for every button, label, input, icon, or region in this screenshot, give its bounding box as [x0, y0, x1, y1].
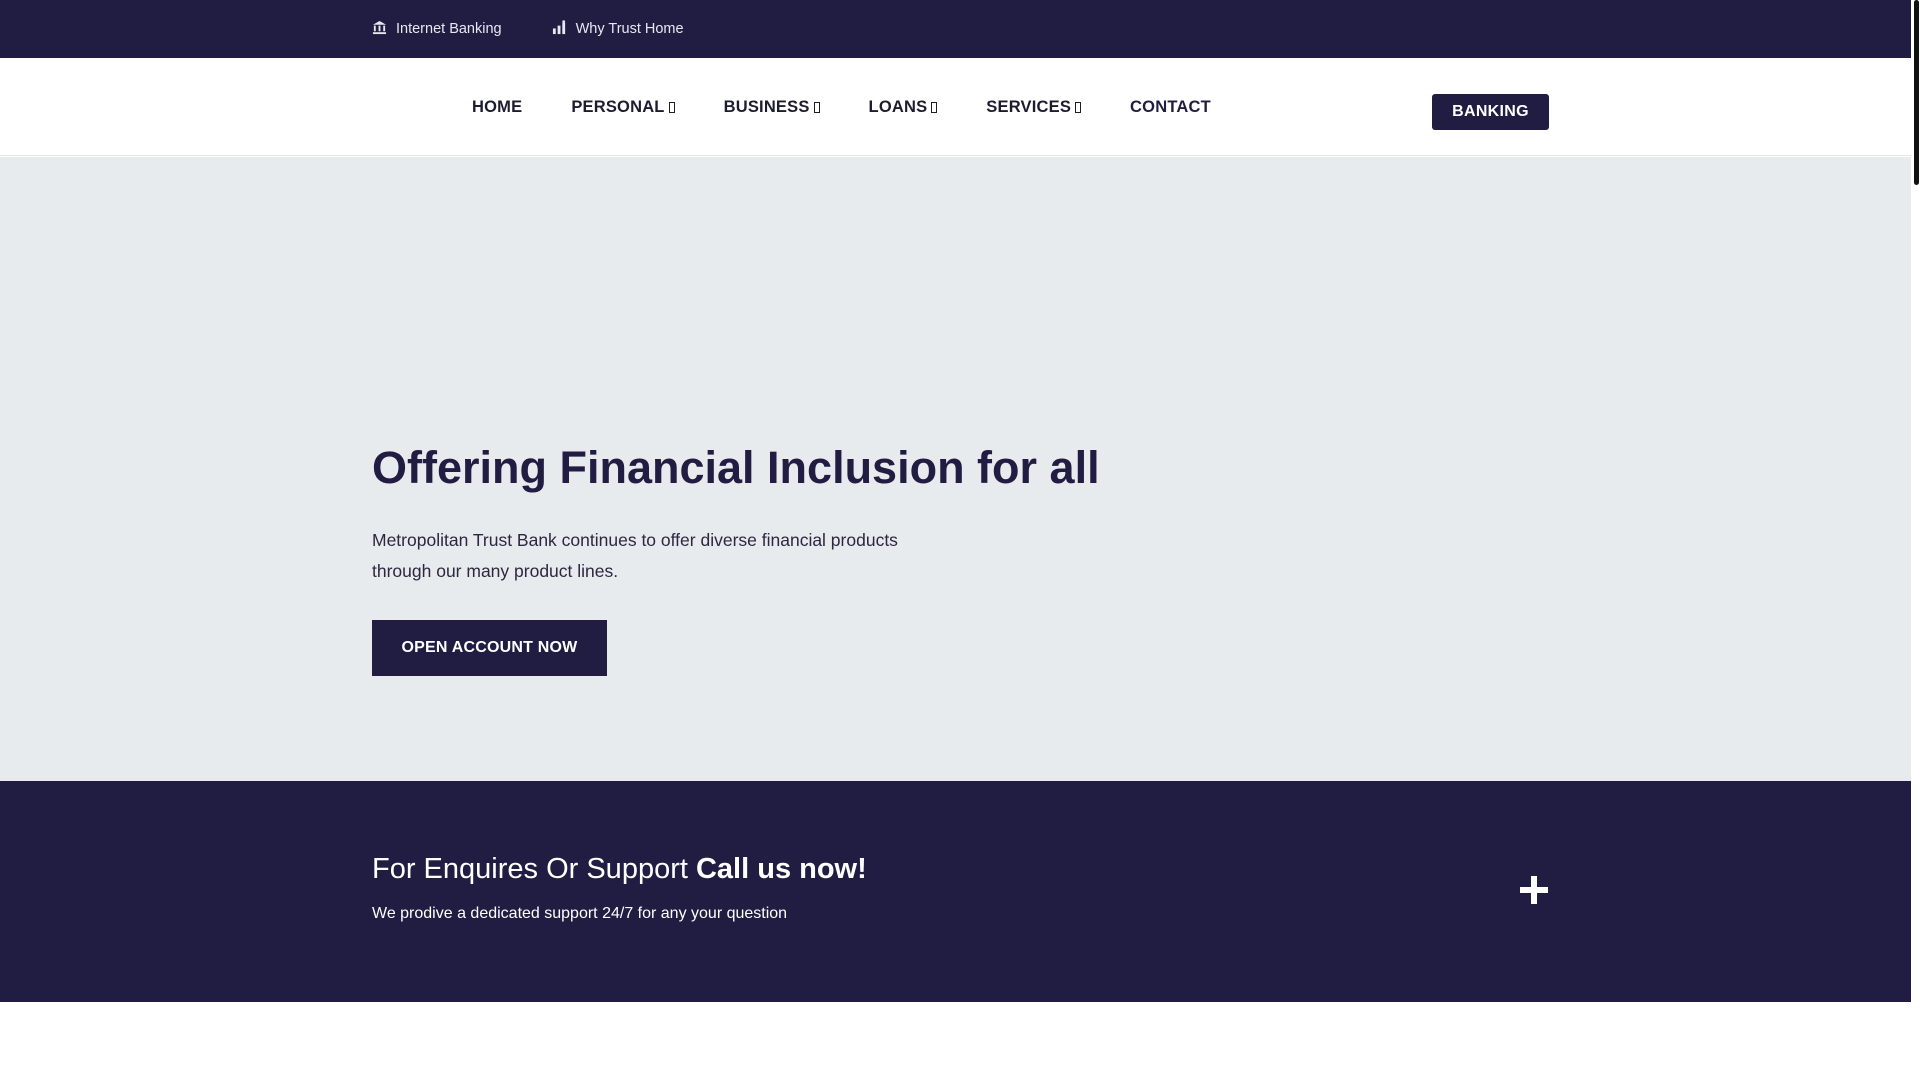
nav-business[interactable]: BUSINESS — [724, 98, 820, 117]
nav-contact[interactable]: CONTACT — [1130, 98, 1211, 117]
bank-icon — [372, 20, 387, 39]
nav-services-label: SERVICES — [986, 97, 1072, 116]
support-title: For Enquires Or Support Call us now! — [372, 853, 867, 886]
nav-personal[interactable]: PERSONAL — [571, 97, 675, 117]
internet-banking-link[interactable]: Internet Banking — [372, 20, 502, 39]
nav-home-label: HOME — [472, 97, 523, 116]
support-title-normal: For Enquires Or Support — [372, 853, 696, 885]
open-account-button[interactable]: OPEN ACCOUNT NOW — [372, 620, 607, 676]
chart-icon — [552, 19, 567, 39]
support-title-bold: Call us now! — [695, 853, 867, 885]
dropdown-icon — [1075, 101, 1082, 113]
top-bar: Internet Banking Why Trust Home — [0, 0, 1920, 58]
nav-personal-label: PERSONAL — [571, 97, 665, 116]
internet-banking-label: Internet Banking — [396, 21, 502, 37]
nav-home[interactable]: HOME — [472, 98, 522, 117]
dropdown-icon — [931, 101, 938, 113]
main-navbar: HOME PERSONAL BUSINESS LOANS SERVICES CO… — [0, 58, 1920, 156]
top-links: Internet Banking Why Trust Home — [372, 0, 684, 58]
hero-section: Offering Financial Inclusion for all Met… — [0, 157, 1920, 781]
nav-loans-label: LOANS — [868, 97, 928, 116]
support-section: For Enquires Or Support Call us now! We … — [0, 781, 1920, 1002]
scrollbar-thumb[interactable] — [1914, 0, 1919, 185]
plus-icon[interactable] — [1520, 876, 1548, 904]
main-nav: HOME PERSONAL BUSINESS LOANS SERVICES CO… — [472, 58, 1260, 156]
nav-contact-label: CONTACT — [1130, 97, 1211, 116]
dropdown-icon — [668, 101, 675, 113]
why-trust-home-label: Why Trust Home — [575, 21, 684, 37]
banking-button[interactable]: BANKING — [1432, 94, 1549, 130]
nav-loans[interactable]: LOANS — [869, 98, 938, 117]
hero-description: Metropolitan Trust Bank continues to off… — [372, 530, 898, 581]
page: Internet Banking Why Trust Home HOME PER… — [0, 0, 1920, 1080]
nav-business-label: BUSINESS — [723, 97, 810, 116]
support-subtitle: We prodive a dedicated support 24/7 for … — [372, 905, 788, 922]
nav-services[interactable]: SERVICES — [986, 97, 1082, 117]
scrollbar[interactable] — [1911, 0, 1920, 1080]
dropdown-icon — [813, 101, 820, 113]
why-trust-home-link[interactable]: Why Trust Home — [552, 19, 684, 39]
hero-title: Offering Financial Inclusion for all — [372, 442, 1100, 493]
